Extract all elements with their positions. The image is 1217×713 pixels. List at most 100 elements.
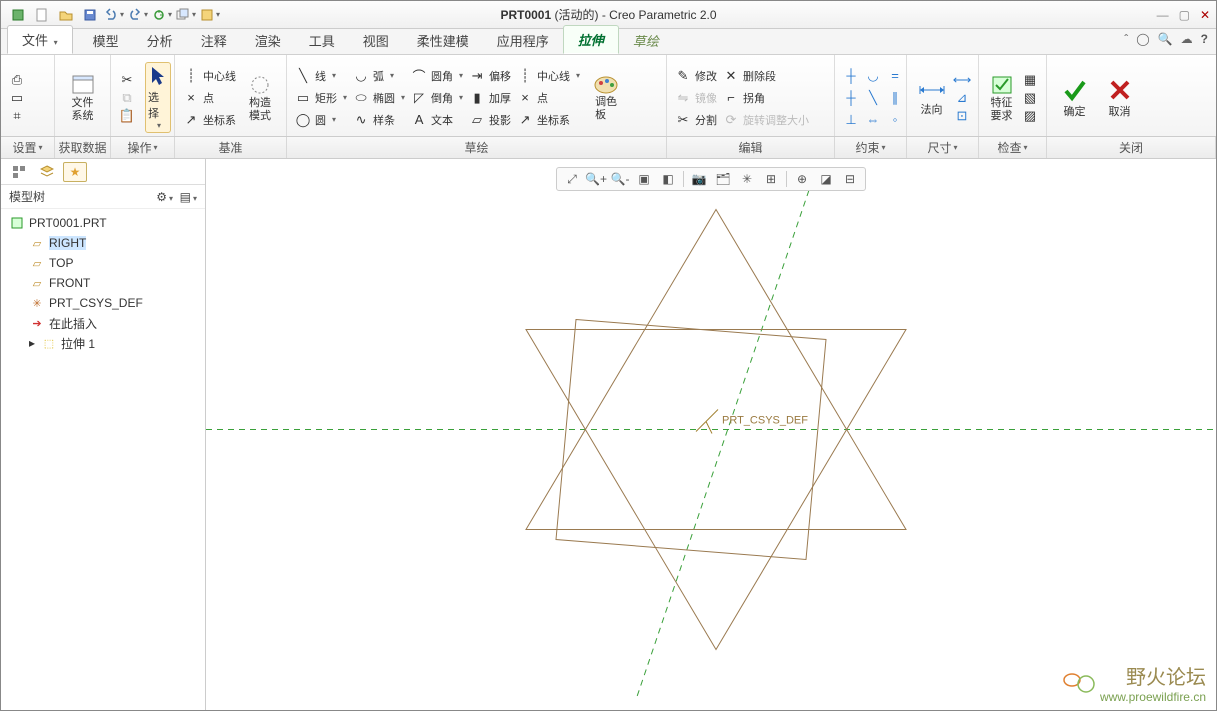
dim-perim-icon[interactable]: ⊡: [954, 108, 970, 124]
saved-views-icon[interactable]: 📷: [688, 169, 710, 189]
nav-tab-favorites[interactable]: ★: [63, 162, 87, 182]
con-equal-button[interactable]: =: [887, 66, 903, 86]
copy-icon[interactable]: ⧉: [119, 90, 135, 106]
ref-icon[interactable]: ▭: [9, 90, 25, 106]
view-manager-icon[interactable]: 🗂: [712, 169, 734, 189]
undo-icon[interactable]: ▾: [103, 4, 125, 26]
rect-button[interactable]: ▭矩形▾: [295, 88, 347, 108]
tab-annotate[interactable]: 注释: [187, 27, 241, 54]
chamfer-button[interactable]: ◸倒角▾: [411, 88, 463, 108]
palette-button[interactable]: 调色 板: [586, 74, 626, 120]
tab-model[interactable]: 模型: [79, 27, 133, 54]
line-button[interactable]: ╲线▾: [295, 66, 347, 86]
con-sym-button[interactable]: ⇔: [865, 110, 881, 130]
csys-button[interactable]: ↗坐标系: [183, 110, 236, 130]
ellipse-button[interactable]: ⬭椭圆▾: [353, 88, 405, 108]
tab-file[interactable]: 文件 ▾: [7, 25, 73, 54]
offset-button[interactable]: ⇥偏移: [469, 66, 511, 86]
con-vert-button[interactable]: ┼: [843, 66, 859, 86]
overlap-icon[interactable]: ▦: [1022, 72, 1038, 88]
save-icon[interactable]: [79, 4, 101, 26]
datum-display-icon[interactable]: ✳: [736, 169, 758, 189]
sk-csys-button[interactable]: ↗坐标系: [517, 110, 580, 130]
tree-root[interactable]: PRT0001.PRT: [1, 213, 205, 233]
arc-button[interactable]: ◡弧▾: [353, 66, 405, 86]
refit-icon[interactable]: ▣: [633, 169, 655, 189]
dim-ref-icon[interactable]: ⊿: [954, 90, 970, 106]
tree-node-top[interactable]: ▱TOP: [1, 253, 205, 273]
feature-req-button[interactable]: 特征 要求: [987, 73, 1016, 121]
nav-tab-model-tree[interactable]: [7, 162, 31, 182]
con-perp-button[interactable]: ⊥: [843, 110, 859, 130]
tab-render[interactable]: 渲染: [241, 27, 295, 54]
tree-node-right[interactable]: ▱RIGHT: [1, 233, 205, 253]
tab-sketch[interactable]: 草绘: [619, 27, 673, 54]
spline-button[interactable]: ∿样条: [353, 110, 405, 130]
annotation-display-icon[interactable]: ⊞: [760, 169, 782, 189]
tree-node-insert-here[interactable]: ➔在此插入: [1, 313, 205, 333]
tree-node-extrude1[interactable]: ▸⬚拉伸 1: [1, 333, 205, 353]
perspective-icon[interactable]: ◪: [815, 169, 837, 189]
tab-flex[interactable]: 柔性建模: [403, 27, 483, 54]
tab-extrude[interactable]: 拉伸: [563, 25, 619, 54]
con-coincident-button[interactable]: ◦: [887, 110, 903, 130]
cut-icon[interactable]: ✂: [119, 72, 135, 88]
redo-icon[interactable]: ▾: [127, 4, 149, 26]
divide-button[interactable]: ✂分割: [675, 110, 717, 130]
help-icon[interactable]: ?: [1201, 32, 1208, 46]
tree-node-front[interactable]: ▱FRONT: [1, 273, 205, 293]
con-parallel-button[interactable]: ∥: [887, 88, 903, 108]
sketch-canvas[interactable]: PRT_CSYS_DEF: [206, 159, 1216, 710]
grid-icon[interactable]: ⊟: [839, 169, 861, 189]
ok-button[interactable]: 确定: [1055, 77, 1094, 119]
windows-icon[interactable]: ▾: [175, 4, 197, 26]
zoom-in-icon[interactable]: 🔍+: [585, 169, 607, 189]
construction-mode-button[interactable]: 构造 模式: [242, 73, 278, 121]
tree-show-icon[interactable]: ▤▾: [180, 190, 197, 204]
select-button[interactable]: 选择▾: [145, 62, 171, 133]
open-icon[interactable]: [55, 4, 77, 26]
con-mid-button[interactable]: ╲: [865, 88, 881, 108]
normal-dim-button[interactable]: 法向: [915, 79, 948, 117]
zoom-fit-icon[interactable]: ⤢: [561, 169, 583, 189]
setup-icon[interactable]: ⎙: [9, 72, 25, 88]
nav-tab-layers[interactable]: [35, 162, 59, 182]
thicken-button[interactable]: ▮加厚: [469, 88, 511, 108]
con-horiz-button[interactable]: ┼: [843, 88, 859, 108]
circle-button[interactable]: ◯圆▾: [295, 110, 347, 130]
community-icon[interactable]: ☁: [1181, 32, 1193, 46]
tab-analysis[interactable]: 分析: [133, 27, 187, 54]
text-button[interactable]: A文本: [411, 110, 463, 130]
centerline-button[interactable]: ┊中心线: [183, 66, 236, 86]
project-button[interactable]: ▱投影: [469, 110, 511, 130]
regen-icon[interactable]: ▾: [151, 4, 173, 26]
file-system-button[interactable]: 文件 系统: [63, 73, 102, 121]
tab-apps[interactable]: 应用程序: [483, 27, 563, 54]
con-tan-button[interactable]: ◡: [865, 66, 881, 86]
fillet-button[interactable]: ⌒圆角▾: [411, 66, 463, 86]
shade-icon[interactable]: ▨: [1022, 108, 1038, 124]
tab-tools[interactable]: 工具: [295, 27, 349, 54]
tree-settings-icon[interactable]: ⚙▾: [156, 190, 173, 204]
sys-icon[interactable]: ⌗: [9, 108, 25, 124]
close-icon[interactable]: ✕: [1200, 8, 1210, 22]
tab-view[interactable]: 视图: [349, 27, 403, 54]
mirror-button[interactable]: ⇋镜像: [675, 88, 717, 108]
cancel-button[interactable]: 取消: [1100, 77, 1139, 119]
tilted-rectangle[interactable]: [556, 320, 826, 560]
tree-node-csys[interactable]: ✳PRT_CSYS_DEF: [1, 293, 205, 313]
delete-seg-button[interactable]: ✕删除段: [723, 66, 809, 86]
maximize-icon[interactable]: ▢: [1179, 8, 1190, 22]
new-icon[interactable]: [31, 4, 53, 26]
spin-center-icon[interactable]: ⊕: [791, 169, 813, 189]
qat-menu-icon[interactable]: [7, 4, 29, 26]
zoom-out-icon[interactable]: 🔍-: [609, 169, 631, 189]
rotate-resize-button[interactable]: ⟳旋转调整大小: [723, 110, 809, 130]
nav-icon[interactable]: ◯: [1136, 32, 1149, 46]
triangle-down[interactable]: [526, 330, 906, 650]
close-window-icon[interactable]: ▾: [199, 4, 221, 26]
sk-centerline-button[interactable]: ┊中心线▾: [517, 66, 580, 86]
highlight-icon[interactable]: ▧: [1022, 90, 1038, 106]
minimize-ribbon-icon[interactable]: ˆ: [1124, 32, 1128, 46]
modify-button[interactable]: ✎修改: [675, 66, 717, 86]
